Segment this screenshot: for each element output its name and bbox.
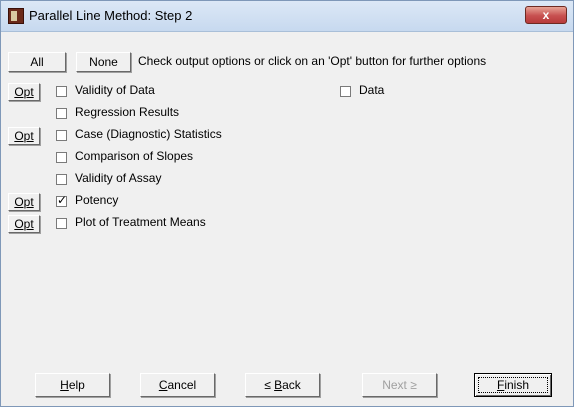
opt-button-plot-of-treatment-means[interactable]: Opt [8, 215, 40, 233]
checkbox-comparison-of-slopes[interactable] [56, 152, 67, 163]
next-button[interactable]: Next ≥ [362, 373, 437, 397]
label-regression-results: Regression Results [75, 105, 180, 119]
dialog-body: All None Check output options or click o… [1, 32, 573, 406]
checkbox-validity-of-data[interactable] [56, 86, 67, 97]
label-plot-of-treatment-means: Plot of Treatment Means [75, 215, 206, 229]
close-button[interactable]: x [525, 6, 567, 24]
opt-button-case-statistics[interactable]: Opt [8, 127, 40, 145]
label-case-statistics: Case (Diagnostic) Statistics [75, 127, 222, 141]
label-validity-of-assay: Validity of Assay [75, 171, 162, 185]
cancel-button[interactable]: Cancel [140, 373, 215, 397]
checkbox-regression-results[interactable] [56, 108, 67, 119]
focus-rectangle [478, 377, 548, 393]
checkbox-plot-of-treatment-means[interactable] [56, 218, 67, 229]
checkbox-potency[interactable] [56, 193, 67, 207]
window-title: Parallel Line Method: Step 2 [29, 8, 193, 23]
back-button[interactable]: ≤ Back [245, 373, 320, 397]
finish-button[interactable]: Finish [474, 373, 552, 397]
instruction-text: Check output options or click on an 'Opt… [138, 54, 487, 68]
opt-button-potency[interactable]: Opt [8, 193, 40, 211]
none-button[interactable]: None [76, 52, 131, 72]
all-button[interactable]: All [8, 52, 66, 72]
label-potency: Potency [75, 193, 119, 207]
dialog-window: Parallel Line Method: Step 2 x All None … [0, 0, 574, 407]
app-icon [8, 8, 24, 24]
label-validity-of-data: Validity of Data [75, 83, 155, 97]
checkbox-data[interactable] [340, 86, 351, 97]
checkbox-validity-of-assay[interactable] [56, 174, 67, 185]
help-button[interactable]: Help [35, 373, 110, 397]
label-data: Data [359, 83, 385, 97]
label-comparison-of-slopes: Comparison of Slopes [75, 149, 194, 163]
title-bar[interactable]: Parallel Line Method: Step 2 x [1, 1, 573, 32]
opt-button-validity-of-data[interactable]: Opt [8, 83, 40, 101]
checkbox-case-statistics[interactable] [56, 130, 67, 141]
